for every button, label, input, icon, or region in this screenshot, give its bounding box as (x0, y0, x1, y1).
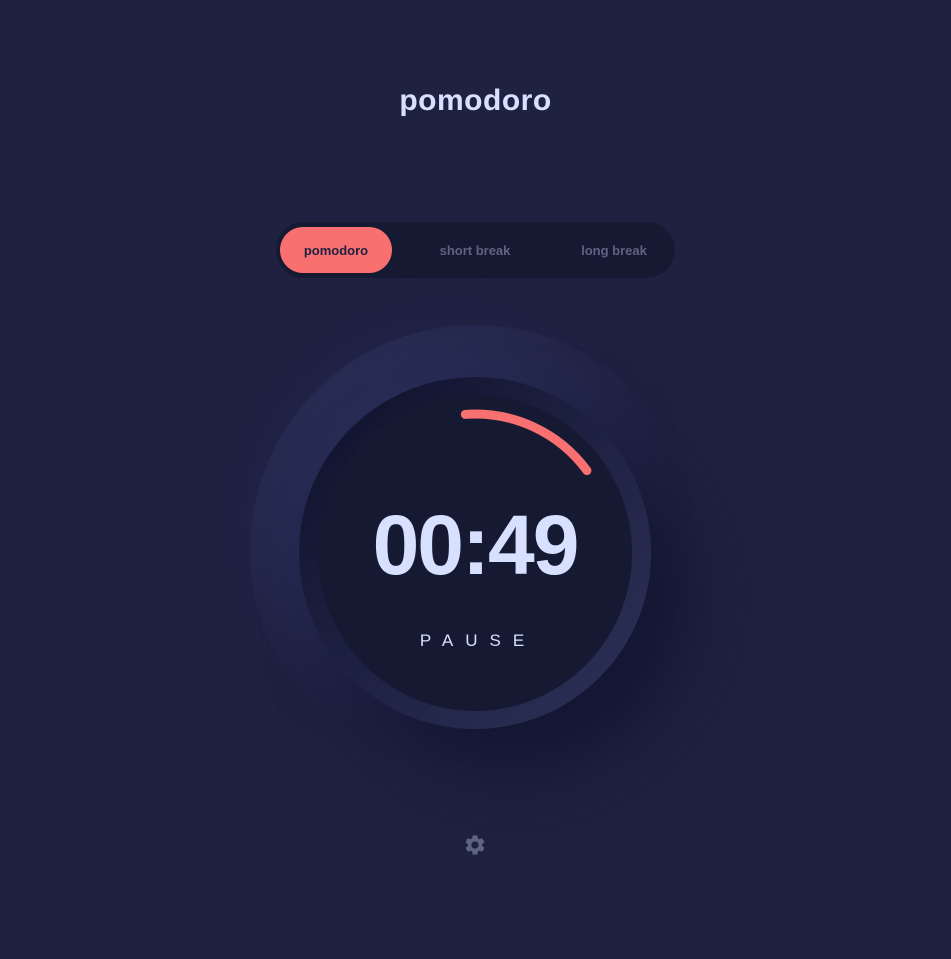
tab-short-break[interactable]: short break (419, 227, 531, 273)
pause-button[interactable]: PAUSE (318, 630, 632, 652)
settings-button[interactable] (463, 833, 487, 857)
timer-dial[interactable]: 00:49 PAUSE (299, 377, 651, 729)
timer-face: 00:49 PAUSE (318, 395, 632, 711)
gear-icon (465, 835, 485, 855)
timer-display: 00:49 (372, 498, 580, 592)
tab-long-break[interactable]: long break (558, 227, 670, 273)
mode-switch: pomodoro short break long break (276, 222, 675, 278)
tab-pomodoro[interactable]: pomodoro (280, 227, 392, 273)
app-title: pomodoro (399, 84, 552, 117)
